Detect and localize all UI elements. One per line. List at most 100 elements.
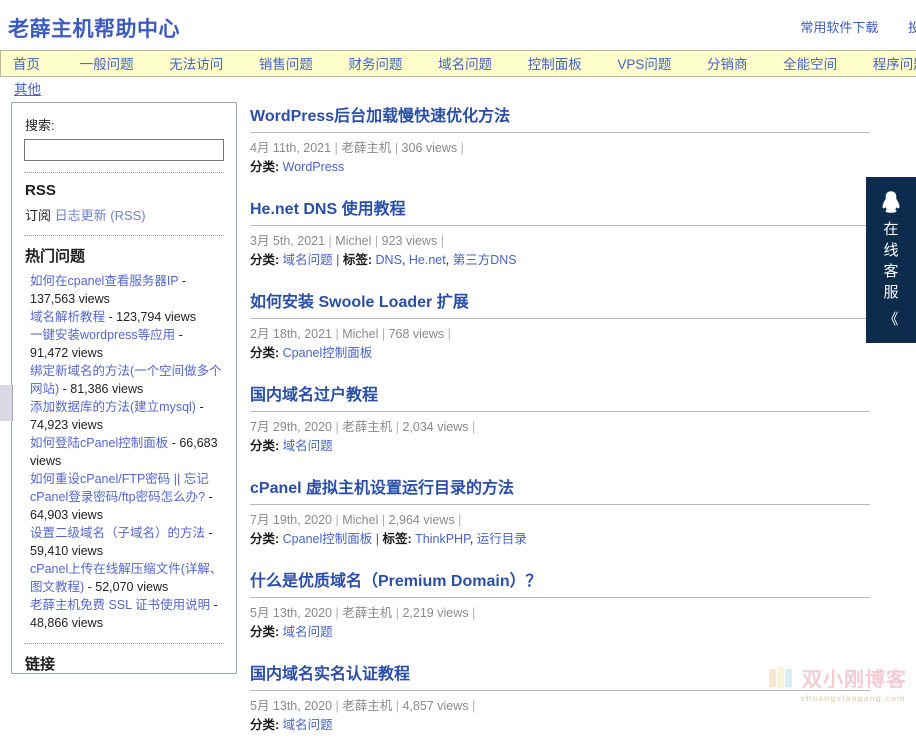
post-title-link[interactable]: 如何安装 Swoole Loader 扩展 [250, 288, 469, 312]
post-date: 5月 13th, 2020 [250, 699, 333, 713]
nav-item-other[interactable]: 其他 [14, 82, 41, 97]
popular-post-link[interactable]: 添加数据库的方法(建立mysql) [30, 400, 196, 414]
post-taxonomy: 分类: 域名问题 [250, 716, 870, 735]
post-author: 老薛主机 [341, 141, 392, 155]
post-title-link[interactable]: 国内域名实名认证教程 [250, 660, 410, 684]
nav-item-no-access[interactable]: 无法访问 [169, 57, 223, 72]
post-author: 老薛主机 [342, 699, 393, 713]
post-taxonomy: 分类: 域名问题 | 标签: DNS, He.net, 第三方DNS [250, 253, 517, 267]
header-link-submit[interactable]: 投稿 [908, 20, 916, 35]
meta-separator: | [440, 234, 444, 248]
post-category-link[interactable]: WordPress [283, 160, 345, 174]
post-tag-link[interactable]: ThinkPHP [415, 532, 470, 546]
divider [24, 172, 224, 173]
category-label: 分类: [250, 253, 280, 267]
post-title-link[interactable]: 什么是优质域名（Premium Domain）？ [250, 567, 542, 591]
post-title-link[interactable]: cPanel 虚拟主机设置运行目录的方法 [250, 474, 514, 498]
post-category-link[interactable]: Cpanel控制面板 [283, 532, 373, 546]
popular-post-views-value: 91,472 views [30, 346, 103, 360]
post-views: 2,219 views [402, 606, 469, 620]
meta-separator: | [395, 699, 399, 713]
popular-post-link[interactable]: 设置二级域名（子域名）的方法 [30, 526, 205, 540]
post-tag-link[interactable]: 第三方DNS [453, 253, 517, 267]
post-meta: 7月 29th, 2020 | 老薛主机 | 2,034 views | [250, 418, 870, 437]
collapse-chevron-icon[interactable]: 《 [866, 308, 916, 329]
online-service-widget[interactable]: 在 线 客 服 《 [866, 177, 916, 343]
nav-item-vps[interactable]: VPS问题 [617, 57, 671, 72]
post-divider [250, 690, 870, 691]
service-char-2: 线 [883, 242, 899, 259]
post-category-link[interactable]: 域名问题 [283, 718, 333, 732]
popular-post-item: 如何重设cPanel/FTP密码 || 忘记cPanel登录密码/ftp密码怎么… [30, 470, 224, 524]
nav-item-reseller[interactable]: 分销商 [707, 57, 748, 72]
category-label: 分类: [250, 718, 280, 732]
post-author: Michel [342, 327, 379, 341]
secondary-navigation: 其他 [0, 77, 916, 102]
popular-post-link[interactable]: 如何重设cPanel/FTP密码 || 忘记cPanel登录密码/ftp密码怎么… [30, 472, 209, 504]
post-title-link[interactable]: He.net DNS 使用教程 [250, 195, 406, 219]
category-label: 分类: [250, 346, 280, 360]
nav-item-finance[interactable]: 财务问题 [349, 57, 403, 72]
nav-item-all-in-one[interactable]: 全能空间 [783, 57, 837, 72]
post-meta: 4月 11th, 2021 | 老薛主机 | 306 views | [250, 139, 870, 158]
post-date: 3月 5th, 2021 [250, 234, 326, 248]
popular-post-views-value: 123,794 views [116, 310, 197, 324]
popular-post-link[interactable]: 域名解析教程 [30, 310, 105, 324]
meta-separator: | [395, 606, 399, 620]
popular-post-item: 添加数据库的方法(建立mysql) - 74,923 views [30, 398, 224, 434]
post-date: 2月 18th, 2021 [250, 327, 333, 341]
nav-item-program[interactable]: 程序问题 [873, 57, 916, 72]
meta-separator: | [328, 234, 332, 248]
post-category-link[interactable]: Cpanel控制面板 [283, 346, 373, 360]
popular-post-link[interactable]: 老薛主机免费 SSL 证书使用说明 [30, 598, 210, 612]
rss-feed-link[interactable]: 日志更新 (RSS) [55, 208, 146, 223]
post-title-link[interactable]: 国内域名过户教程 [250, 381, 378, 405]
popular-post-item: 老薛主机免费 SSL 证书使用说明 - 48,866 views [30, 596, 224, 632]
popular-post-views: - 52,070 views [84, 580, 169, 594]
post-taxonomy: 分类: Cpanel控制面板 | 标签: ThinkPHP, 运行目录 [250, 532, 527, 546]
post-tag-link[interactable]: He.net [409, 253, 446, 267]
post-item: He.net DNS 使用教程 3月 5th, 2021 | Michel | 9… [250, 195, 870, 270]
nav-item-general[interactable]: 一般问题 [80, 57, 134, 72]
post-category-link[interactable]: 域名问题 [283, 253, 333, 267]
popular-post-link[interactable]: 如何在cpanel查看服务器IP [30, 274, 178, 288]
header-link-software-download[interactable]: 常用软件下载 [800, 20, 878, 35]
post-divider [250, 318, 870, 319]
nav-item-sales[interactable]: 销售问题 [259, 57, 313, 72]
search-input[interactable] [24, 139, 224, 161]
post-item: cPanel 虚拟主机设置运行目录的方法 7月 19th, 2020 | Mich… [250, 474, 870, 549]
popular-post-link[interactable]: 一键安装wordpress等应用 [30, 328, 175, 342]
popular-post-item: cPanel上传在线解压缩文件(详解、图文教程) - 52,070 views [30, 560, 224, 596]
header-links: 常用软件下载 投稿 [774, 17, 916, 36]
divider [24, 643, 224, 644]
service-char-1: 在 [883, 221, 899, 238]
popular-posts-list: 如何在cpanel查看服务器IP - 137,563 views 域名解析教程 -… [24, 272, 224, 632]
post-divider [250, 504, 870, 505]
nav-item-home[interactable]: 首页 [13, 57, 40, 72]
popular-post-views-value: 81,386 views [70, 382, 144, 396]
post-date: 4月 11th, 2021 [250, 141, 332, 155]
tag-label: 标签: [382, 532, 412, 546]
nav-item-control-panel[interactable]: 控制面板 [528, 57, 582, 72]
post-meta: 2月 18th, 2021 | Michel | 768 views | [250, 325, 870, 344]
post-views: 2,034 views [402, 420, 469, 434]
post-tag-link[interactable]: DNS [376, 253, 402, 267]
post-category-link[interactable]: 域名问题 [283, 625, 333, 639]
category-label: 分类: [250, 439, 280, 453]
post-meta: 5月 13th, 2020 | 老薛主机 | 2,219 views | [250, 604, 870, 623]
post-author: Michel [342, 513, 379, 527]
scrollbar-handle[interactable] [0, 385, 13, 421]
post-list: WordPress后台加载慢快速优化方法 4月 11th, 2021 | 老薛主机… [250, 102, 870, 753]
post-date: 7月 19th, 2020 [250, 513, 333, 527]
post-category-link[interactable]: 域名问题 [283, 439, 333, 453]
popular-post-item: 绑定新域名的方法(一个空间做多个网站) - 81,386 views [30, 362, 224, 398]
post-views: 923 views [381, 234, 438, 248]
popular-post-link[interactable]: 如何登陆cPanel控制面板 [30, 436, 168, 450]
meta-separator: | [334, 141, 338, 155]
taxonomy-separator: | [372, 532, 383, 546]
post-title-link[interactable]: WordPress后台加载慢快速优化方法 [250, 102, 510, 126]
meta-separator: | [335, 699, 339, 713]
post-tag-link[interactable]: 运行目录 [477, 532, 527, 546]
nav-item-domain[interactable]: 域名问题 [438, 57, 492, 72]
popular-post-views-value: 59,410 views [30, 544, 103, 558]
